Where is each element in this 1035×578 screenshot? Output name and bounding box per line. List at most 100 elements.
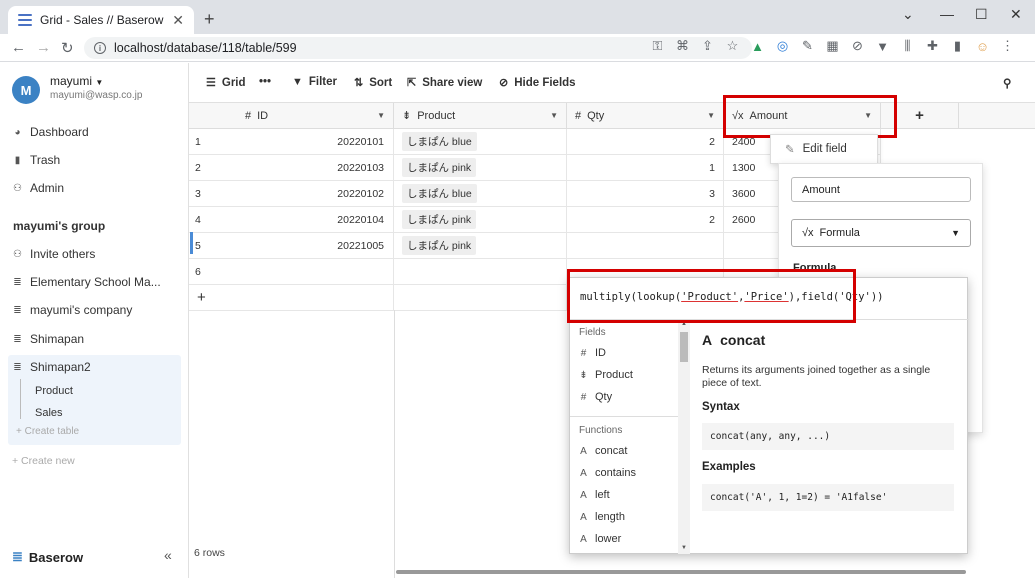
add-row-button[interactable]: +	[189, 285, 394, 311]
linked-record-chip[interactable]: しまぱん pink	[402, 210, 477, 229]
translate-icon[interactable]: ⌘	[675, 38, 690, 54]
table-cell-qty[interactable]: 2	[567, 129, 724, 155]
sidebar-item-elementary-school[interactable]: ≣ Elementary School Ma...	[12, 275, 160, 289]
sort-icon: ⇅	[354, 77, 364, 89]
scroll-down-icon[interactable]: ▼	[681, 545, 687, 551]
sidebar-item-invite[interactable]: ⚇ Invite others	[12, 247, 95, 261]
group-title[interactable]: mayumi's group	[13, 219, 105, 233]
sidepanel-icon[interactable]: ▮	[950, 38, 965, 54]
column-header-id[interactable]: # ID ▼	[189, 103, 394, 129]
table-cell-product[interactable]: しまぱん pink	[394, 207, 567, 233]
save-button-edge[interactable]	[190, 232, 193, 254]
table-cell-qty[interactable]: 2	[567, 207, 724, 233]
qr-ext-icon[interactable]: ▦	[825, 38, 840, 54]
bookmark-star-icon[interactable]: ☆	[725, 38, 740, 54]
field-item-id[interactable]: # ID	[579, 347, 606, 359]
table-cell-product[interactable]	[394, 259, 567, 285]
circle-ext-icon[interactable]: ◎	[775, 38, 790, 54]
table-cell-product[interactable]: しまぱん blue	[394, 129, 567, 155]
sidebar-item-mayumis-company[interactable]: ≣ mayumi's company	[12, 303, 132, 317]
table-cell-qty[interactable]	[567, 233, 724, 259]
database-icon: ≣	[13, 276, 22, 288]
field-item-qty[interactable]: # Qty	[579, 391, 612, 403]
create-table-link[interactable]: + Create table	[16, 426, 79, 437]
key-icon[interactable]: ⚿	[650, 38, 665, 54]
table-cell-id[interactable]: 3 20220102	[189, 181, 394, 207]
table-cell-id[interactable]: 4 20220104	[189, 207, 394, 233]
reload-icon[interactable]: ↻	[61, 39, 74, 57]
table-cell-product[interactable]: しまぱん pink	[394, 233, 567, 259]
sidebar-item-shimapan[interactable]: ≣ Shimapan	[12, 332, 84, 346]
tab-search-icon[interactable]: ⌄	[902, 6, 914, 23]
linked-record-chip[interactable]: しまぱん blue	[402, 132, 477, 151]
create-new-link[interactable]: + Create new	[12, 455, 75, 467]
cell-value: 20220101	[337, 135, 384, 148]
table-cell-id[interactable]: 6	[189, 259, 394, 285]
function-item-length[interactable]: Alength	[579, 511, 625, 523]
filter-button[interactable]: ▼ Filter	[292, 76, 337, 88]
field-item-product[interactable]: ⇟ Product	[579, 369, 633, 381]
grid-view-label: Grid	[221, 76, 246, 89]
sidebar-item-dashboard[interactable]: ◕ Dashboard	[12, 125, 88, 139]
function-item-concat[interactable]: Aconcat	[579, 445, 627, 457]
chevron-down-icon[interactable]: ▼	[707, 111, 715, 120]
link-icon: ⇟	[402, 110, 412, 122]
profile-avatar-icon[interactable]: ☺	[975, 39, 990, 54]
puzzle-extensions-icon[interactable]: ✚	[925, 38, 940, 54]
chrome-menu-icon[interactable]: ⋮	[1000, 38, 1015, 54]
forward-icon[interactable]: →	[36, 39, 51, 56]
edit-field-menu-item[interactable]: ✎ Edit field	[770, 134, 878, 164]
table-cell-qty[interactable]: 3	[567, 181, 724, 207]
table-cell-id[interactable]: 5 20221005	[189, 233, 394, 259]
block-ext-icon[interactable]: ⊘	[850, 38, 865, 54]
table-item-sales[interactable]: Sales	[35, 407, 63, 419]
column-header-product[interactable]: ⇟ Product ▼	[394, 103, 567, 129]
field-name-input[interactable]: Amount	[791, 177, 971, 202]
sidebar-item-admin[interactable]: ⚇ Admin	[12, 181, 64, 195]
maximize-icon[interactable]: ☐	[975, 6, 988, 23]
linked-record-chip[interactable]: しまぱん pink	[402, 158, 477, 177]
sidebar-item-shimapan2[interactable]: ≣ Shimapan2	[12, 360, 90, 374]
grid-view-button[interactable]: ☰ Grid	[206, 76, 246, 90]
close-tab-icon[interactable]: ✕	[172, 12, 184, 29]
sort-button[interactable]: ⇅ Sort	[354, 76, 392, 90]
cell-value: 3	[709, 187, 715, 200]
linked-record-chip[interactable]: しまぱん blue	[402, 184, 477, 203]
column-header-qty[interactable]: # Qty ▼	[567, 103, 724, 129]
horizontal-scrollbar[interactable]	[396, 570, 966, 574]
view-options-icon[interactable]: •••	[259, 76, 271, 88]
table-item-product[interactable]: Product	[35, 385, 73, 397]
minimize-icon[interactable]: —	[940, 6, 954, 22]
chevron-down-icon[interactable]: ▼	[377, 111, 385, 120]
function-item-lower[interactable]: Alower	[579, 533, 621, 545]
sidebar-item-trash[interactable]: ▮ Trash	[12, 153, 61, 167]
equalizer-ext-icon[interactable]: ⫼	[900, 38, 915, 54]
browser-tab[interactable]: Grid - Sales // Baserow ✕	[8, 6, 194, 34]
filter-ext-icon[interactable]: ▼	[875, 39, 890, 54]
table-cell-id[interactable]: 1 20220101	[189, 129, 394, 155]
linked-record-chip[interactable]: しまぱん pink	[402, 236, 477, 255]
table-cell-qty[interactable]: 1	[567, 155, 724, 181]
function-item-contains[interactable]: Acontains	[579, 467, 636, 479]
share-icon[interactable]: ⇪	[700, 38, 715, 54]
search-icon[interactable]: ⚲	[1003, 76, 1011, 90]
list-scrollbar[interactable]: ▲ ▼	[678, 320, 690, 554]
table-cell-product[interactable]: しまぱん blue	[394, 181, 567, 207]
vue-ext-icon[interactable]: ▲	[750, 39, 765, 54]
user-menu[interactable]: M mayumi ▼ mayumi@wasp.co.jp	[12, 74, 142, 104]
function-item-left[interactable]: Aleft	[579, 489, 610, 501]
table-cell-product[interactable]: しまぱん pink	[394, 155, 567, 181]
collapse-sidebar-icon[interactable]: «	[164, 547, 172, 563]
share-view-button[interactable]: ⇱ Share view	[407, 76, 482, 90]
database-icon: ≣	[13, 361, 22, 373]
back-icon[interactable]: ←	[11, 39, 26, 56]
close-window-icon[interactable]: ✕	[1010, 6, 1022, 23]
site-info-icon[interactable]: i	[94, 42, 106, 54]
field-type-select[interactable]: √x Formula ▼	[791, 219, 971, 247]
hide-fields-button[interactable]: ⊘ Hide Fields	[499, 76, 576, 90]
chevron-down-icon[interactable]: ▼	[550, 111, 558, 120]
scrollbar-thumb[interactable]	[680, 332, 688, 362]
table-cell-id[interactable]: 2 20220103	[189, 155, 394, 181]
new-tab-icon[interactable]: +	[204, 9, 215, 30]
eyedropper-ext-icon[interactable]: ✎	[800, 38, 815, 54]
